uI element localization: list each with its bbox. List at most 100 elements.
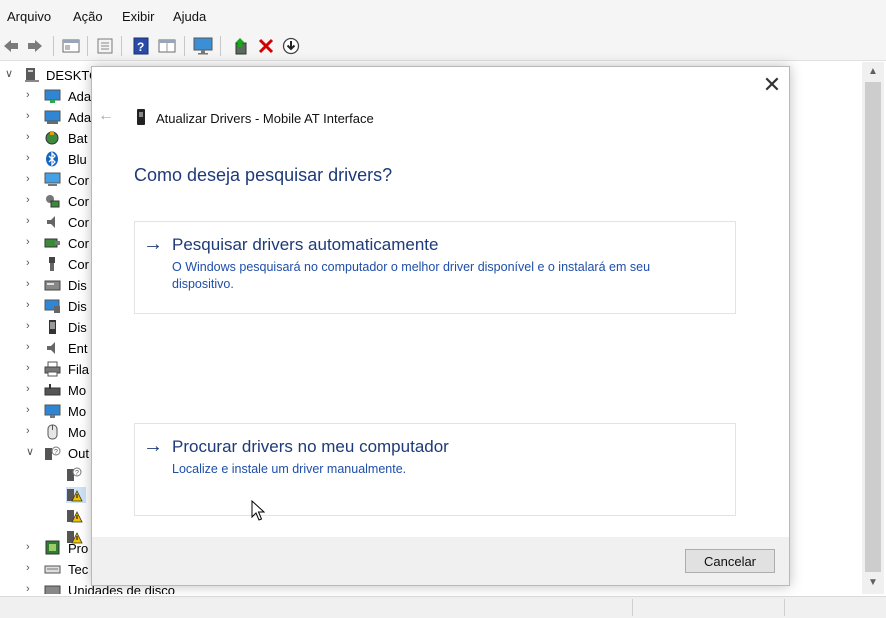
scroll-down-icon[interactable]: ▼	[868, 577, 878, 588]
tree-item-label: Cor	[68, 194, 89, 209]
menu-ajuda[interactable]: Ajuda	[173, 9, 206, 24]
back-arrow-icon[interactable]: ←	[98, 107, 114, 125]
toolbar-separator	[220, 36, 221, 56]
update-drivers-dialog: ✕ ← Atualizar Drivers - Mobile AT Interf…	[91, 66, 790, 586]
tree-item-label: Cor	[68, 173, 89, 188]
chevron-right-icon[interactable]: ›	[26, 300, 36, 311]
chevron-down-icon[interactable]: ∨	[26, 447, 36, 458]
chevron-right-icon[interactable]: ›	[26, 174, 36, 185]
computer-icon	[24, 67, 41, 83]
menu-exibir[interactable]: Exibir	[122, 9, 155, 24]
uninstall-icon[interactable]	[255, 35, 277, 57]
chevron-right-icon[interactable]: ›	[26, 321, 36, 332]
display-adapter-icon	[44, 88, 61, 104]
chevron-right-icon[interactable]: ›	[26, 426, 36, 437]
tree-item-label: Cor	[68, 257, 89, 272]
mouse-icon	[44, 424, 61, 440]
modem-icon	[44, 382, 61, 398]
chevron-right-icon[interactable]: ›	[26, 132, 36, 143]
keyboard-icon	[44, 561, 61, 577]
status-bar	[0, 596, 886, 618]
scroll-up-icon[interactable]: ▲	[868, 66, 878, 77]
other-devices-icon: ?	[44, 445, 61, 461]
unknown-device-icon: ?	[66, 466, 83, 482]
tree-item-label: Bat	[68, 131, 88, 146]
option-description: Localize e instale um driver manualmente…	[172, 462, 407, 476]
tree-item-label: Dis	[68, 320, 87, 335]
controller-icon	[44, 193, 61, 209]
tree-item-label: Blu	[68, 152, 87, 167]
chevron-right-icon[interactable]: ›	[26, 90, 36, 101]
download-icon[interactable]	[280, 35, 302, 57]
print-queue-icon	[44, 361, 61, 377]
search-automatically-option[interactable]: → Pesquisar drivers automaticamente O Wi…	[134, 221, 736, 314]
tree-item-label: Tec	[68, 562, 89, 577]
chevron-right-icon[interactable]: ›	[26, 237, 36, 248]
help-icon[interactable]: ?	[130, 35, 152, 57]
warning-device-icon	[66, 487, 86, 503]
update-driver-icon[interactable]	[229, 35, 251, 57]
tree-item-label: Pro	[68, 541, 89, 556]
usb-icon	[44, 256, 61, 272]
tree-item-label: Ada	[68, 89, 92, 104]
toolbar-separator	[87, 36, 88, 56]
tree-item-label: Mo	[68, 425, 87, 440]
details-view-icon[interactable]	[156, 35, 178, 57]
status-separator	[632, 599, 633, 616]
chevron-right-icon[interactable]: ›	[26, 542, 36, 553]
processor-icon	[44, 540, 61, 556]
disk-drive-icon	[44, 582, 61, 594]
tree-item-label: Ada	[68, 110, 92, 125]
properties-view-icon[interactable]	[60, 35, 82, 57]
audio-input-icon	[44, 340, 61, 356]
close-icon[interactable]: ✕	[760, 73, 784, 97]
scrollbar-thumb[interactable]	[865, 82, 881, 572]
chevron-right-icon[interactable]: ›	[26, 563, 36, 574]
chevron-down-icon[interactable]: ∨	[5, 69, 15, 80]
chevron-right-icon[interactable]: ›	[26, 384, 36, 395]
mouse-cursor-icon	[251, 499, 266, 525]
chevron-right-icon[interactable]: ›	[26, 342, 36, 353]
browse-computer-option[interactable]: → Procurar drivers no meu computador Loc…	[134, 423, 736, 516]
storage-controller-icon	[44, 235, 61, 251]
status-separator	[784, 599, 785, 616]
chevron-right-icon[interactable]: ›	[26, 111, 36, 122]
chevron-right-icon[interactable]: ›	[26, 258, 36, 269]
svg-text:?: ?	[54, 449, 58, 456]
cancel-button[interactable]: Cancelar	[685, 549, 775, 573]
tree-item-label: Mo	[68, 383, 87, 398]
arrow-right-icon: →	[143, 435, 163, 457]
chevron-right-icon[interactable]: ›	[26, 195, 36, 206]
svg-text:?: ?	[137, 40, 144, 54]
toolbar-separator	[121, 36, 122, 56]
list-view-icon[interactable]	[94, 35, 116, 57]
chevron-right-icon[interactable]: ›	[26, 405, 36, 416]
tree-item-label: Cor	[68, 215, 89, 230]
option-title: Pesquisar drivers automaticamente	[172, 235, 439, 254]
chevron-right-icon[interactable]: ›	[26, 216, 36, 227]
tree-item-label: Out	[68, 446, 89, 461]
tree-item-label: Cor	[68, 236, 89, 251]
chevron-right-icon[interactable]: ›	[26, 584, 36, 595]
back-icon[interactable]	[0, 35, 22, 57]
menu-acao[interactable]: Ação	[73, 9, 103, 24]
menu-bar: Arquivo Ação Exibir Ajuda	[0, 0, 886, 32]
dialog-title: Atualizar Drivers - Mobile AT Interface	[156, 111, 374, 126]
tree-item-label: Mo	[68, 404, 87, 419]
display-device-icon	[44, 298, 61, 314]
menu-arquivo[interactable]: Arquivo	[7, 9, 51, 24]
chevron-right-icon[interactable]: ›	[26, 279, 36, 290]
svg-text:?: ?	[75, 470, 79, 477]
monitor-icon[interactable]	[192, 35, 214, 57]
forward-icon[interactable]	[24, 35, 46, 57]
tree-item-label: Ent	[68, 341, 88, 356]
chevron-right-icon[interactable]: ›	[26, 363, 36, 374]
tree-item-label: Dis	[68, 278, 87, 293]
battery-icon	[44, 130, 61, 146]
chevron-right-icon[interactable]: ›	[26, 153, 36, 164]
tree-item-label: Fila	[68, 362, 89, 377]
vertical-scrollbar[interactable]: ▲ ▼	[862, 62, 884, 594]
mobile-device-icon	[137, 109, 145, 125]
toolbar-separator	[53, 36, 54, 56]
computer-icon	[44, 172, 61, 188]
